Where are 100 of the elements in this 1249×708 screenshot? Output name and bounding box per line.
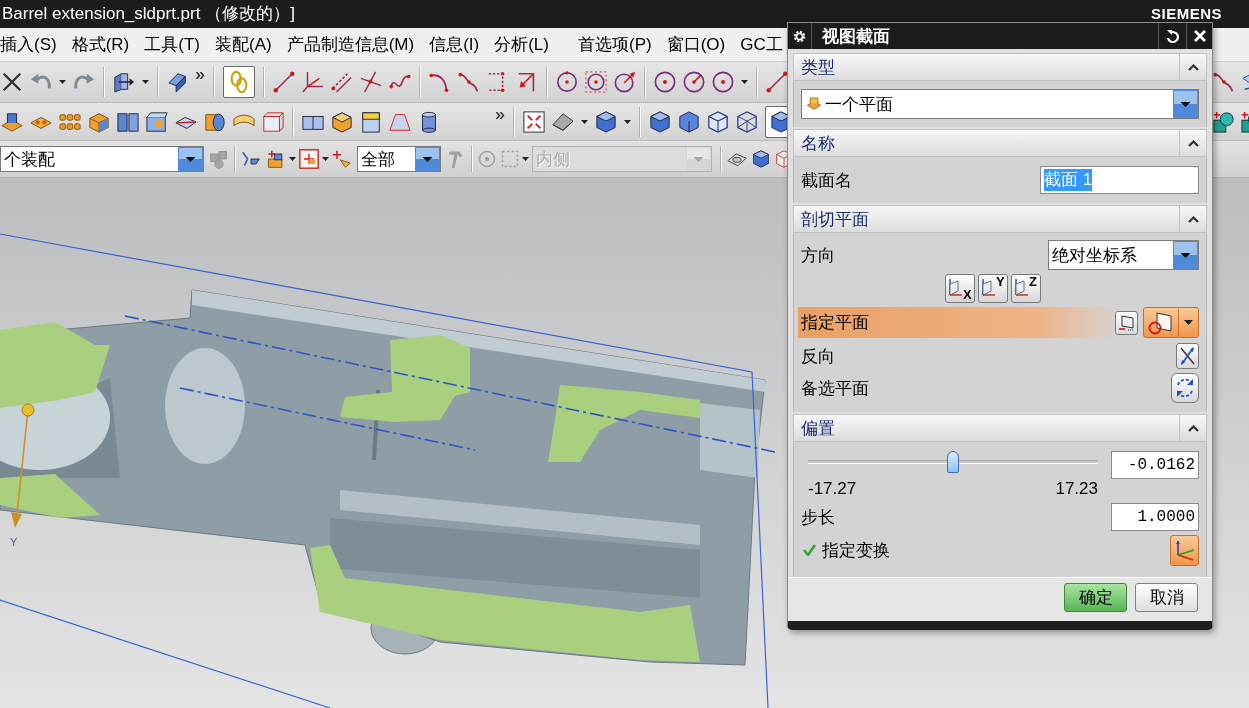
assembly-dropdown[interactable]: 个装配 — [0, 146, 204, 172]
wireframe-cube-icon[interactable] — [736, 110, 758, 133]
cube-icon[interactable] — [678, 110, 700, 133]
axes-icon[interactable] — [302, 71, 324, 93]
circle-square-icon[interactable] — [585, 71, 607, 93]
section-header[interactable]: 名称 — [793, 129, 1207, 157]
axis-plane-button[interactable]: Z — [1011, 273, 1041, 303]
reverse-button[interactable] — [1176, 343, 1199, 369]
offset-field[interactable]: -0.0162 — [1111, 451, 1199, 479]
menu-item[interactable]: 信息(I) — [429, 31, 480, 58]
plane-axes-icon — [981, 278, 996, 298]
more-chevron-icon[interactable] — [196, 72, 205, 79]
field-label: 方向 — [801, 246, 835, 264]
circle-icon[interactable] — [556, 71, 578, 93]
caret-icon[interactable] — [581, 119, 588, 124]
plane-icon — [1118, 314, 1135, 331]
section-header[interactable]: 剖切平面 — [793, 205, 1207, 233]
more-chevron-icon[interactable] — [496, 111, 505, 119]
circle-radius-icon[interactable] — [683, 71, 705, 93]
menu-item[interactable]: 格式(R) — [71, 31, 130, 58]
banded-box-icon[interactable] — [360, 110, 382, 133]
direction-dropdown[interactable]: 绝对坐标系 — [1048, 240, 1199, 270]
menu-item[interactable]: 分析(L) — [494, 31, 549, 58]
shapes-icon[interactable] — [1213, 110, 1235, 133]
block-icon[interactable] — [88, 110, 110, 133]
transform-button[interactable] — [1170, 534, 1199, 566]
menu-item[interactable]: 装配(A) — [215, 31, 272, 58]
crossed-arrows-icon — [1179, 346, 1196, 366]
shaded-box-icon[interactable] — [331, 110, 353, 133]
circle-icon[interactable] — [712, 71, 734, 93]
menu-item[interactable]: 工具(T) — [144, 31, 200, 58]
plane-axes-icon — [948, 278, 963, 298]
caret-icon[interactable] — [522, 157, 529, 161]
cube-icon[interactable] — [752, 150, 770, 168]
plane-circle-icon — [1148, 310, 1174, 335]
plane-dialog-button[interactable] — [1115, 310, 1138, 335]
chevron-up-icon[interactable] — [1187, 215, 1199, 223]
caret-icon[interactable] — [741, 80, 748, 84]
field-label: 截面名 — [801, 171, 852, 189]
curve-icon[interactable] — [458, 71, 480, 93]
line-icon[interactable] — [766, 71, 788, 93]
caret-icon[interactable] — [322, 157, 329, 161]
menu-item[interactable]: GC工 — [740, 31, 783, 58]
menu-item[interactable]: 插入(S) — [0, 31, 57, 58]
twin-slabs-icon[interactable] — [117, 110, 139, 133]
reset-icon[interactable] — [1166, 29, 1179, 43]
cube-icon[interactable] — [595, 110, 617, 133]
range-max-label: 17.23 — [1055, 480, 1098, 497]
menu-item[interactable]: 首选项(P) — [578, 31, 652, 58]
brand-logo: SIEMENS — [1151, 3, 1222, 24]
slider-thumb[interactable] — [947, 451, 959, 473]
settings-icon[interactable] — [793, 29, 806, 43]
section-header[interactable]: 偏置 — [793, 414, 1207, 442]
curve-icon[interactable] — [1213, 71, 1235, 93]
box-icon[interactable] — [146, 110, 168, 133]
dotted-square-icon[interactable] — [501, 150, 519, 168]
crossing-lines-icon[interactable] — [360, 71, 382, 93]
number-field[interactable]: 1.0000 — [1111, 503, 1199, 531]
circle-icon[interactable] — [654, 71, 676, 93]
axis-plane-button[interactable]: X — [945, 273, 975, 303]
chevron-up-icon[interactable] — [1187, 424, 1199, 432]
cross-icon[interactable] — [1, 71, 23, 93]
window-title: Barrel extension_sldprt.prt （修改的）] — [2, 3, 295, 26]
chevron-up-icon[interactable] — [1187, 63, 1199, 71]
section-header[interactable]: 类型 — [793, 53, 1207, 81]
plus-triangle-icon[interactable] — [332, 149, 352, 169]
cancel-button[interactable]: 取消 — [1135, 583, 1198, 612]
close-icon[interactable] — [1193, 30, 1206, 42]
axis-plane-button[interactable]: Y — [978, 273, 1008, 303]
angle-plane-icon[interactable] — [241, 149, 261, 169]
outlined-box-icon[interactable] — [262, 110, 284, 133]
menu-item[interactable]: 产品制造信息(M) — [286, 31, 415, 58]
selection-step-row[interactable]: 指定平面 — [798, 307, 1202, 338]
cube-icon[interactable] — [649, 110, 671, 133]
stacked-block-icon[interactable] — [1, 110, 23, 133]
range-min-label: -17.27 — [808, 480, 857, 497]
chevron-up-icon[interactable] — [1187, 139, 1199, 147]
type-dropdown[interactable]: 一个平面 — [801, 89, 1199, 119]
caret-icon[interactable] — [142, 80, 149, 84]
plane-axes-icon — [1014, 278, 1029, 298]
caret-icon[interactable] — [289, 157, 296, 161]
wireframe-cube-icon[interactable] — [707, 110, 729, 133]
plane-picker-button[interactable] — [1143, 307, 1199, 338]
arc-icon[interactable] — [429, 71, 451, 93]
shaded-plate-icon[interactable] — [552, 110, 574, 133]
caret-icon[interactable] — [1184, 320, 1193, 325]
caret-icon[interactable] — [624, 119, 631, 124]
filter-dropdown[interactable]: 全部 — [357, 146, 441, 172]
box-arrow-icon[interactable] — [113, 71, 135, 93]
tilted-block-icon[interactable] — [167, 71, 189, 93]
caret-icon[interactable] — [59, 80, 66, 84]
cycle-button[interactable] — [1171, 373, 1199, 403]
ok-button[interactable]: 确定 — [1064, 583, 1127, 612]
menu-item[interactable]: 窗口(O) — [666, 31, 726, 58]
crosshair-box-icon[interactable] — [299, 149, 319, 169]
fit-view-icon[interactable] — [523, 110, 545, 133]
line-icon[interactable] — [273, 71, 295, 93]
dashed-line-icon[interactable] — [331, 71, 353, 93]
slider-track[interactable] — [808, 451, 1098, 473]
coordinate-axes-icon — [1174, 539, 1195, 561]
